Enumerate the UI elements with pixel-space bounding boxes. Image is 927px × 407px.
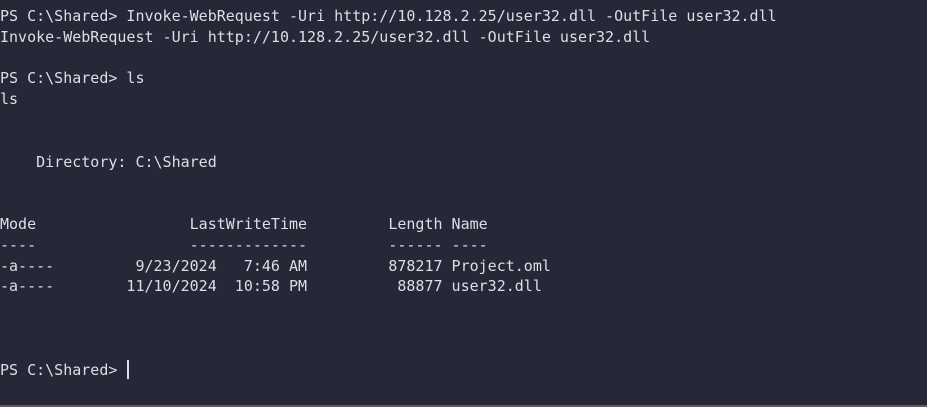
command-line: PS C:\Shared> Invoke-WebRequest -Uri htt… bbox=[0, 7, 777, 25]
text-cursor bbox=[127, 359, 130, 379]
listing-column-headers: Mode LastWriteTime Length Name bbox=[0, 214, 488, 233]
command-echo: Invoke-WebRequest -Uri http://10.128.2.2… bbox=[0, 27, 651, 46]
prompt-text: PS C:\Shared> bbox=[0, 360, 127, 379]
command-line: PS C:\Shared> ls bbox=[0, 69, 145, 88]
listing-header-underline: ---- ------------- ------ ---- bbox=[0, 235, 488, 254]
terminal-window[interactable]: PS C:\Shared> Invoke-WebRequest -Uri htt… bbox=[0, 0, 927, 407]
prompt-line[interactable]: PS C:\Shared> bbox=[0, 359, 927, 381]
listing-row: -a---- 11/10/2024 10:58 PM 88877 user32.… bbox=[0, 277, 542, 296]
command-echo: ls bbox=[0, 90, 19, 109]
directory-header: Directory: C:\Shared bbox=[0, 152, 217, 171]
listing-row: -a---- 9/23/2024 7:46 AM 878217 Project.… bbox=[0, 256, 551, 275]
